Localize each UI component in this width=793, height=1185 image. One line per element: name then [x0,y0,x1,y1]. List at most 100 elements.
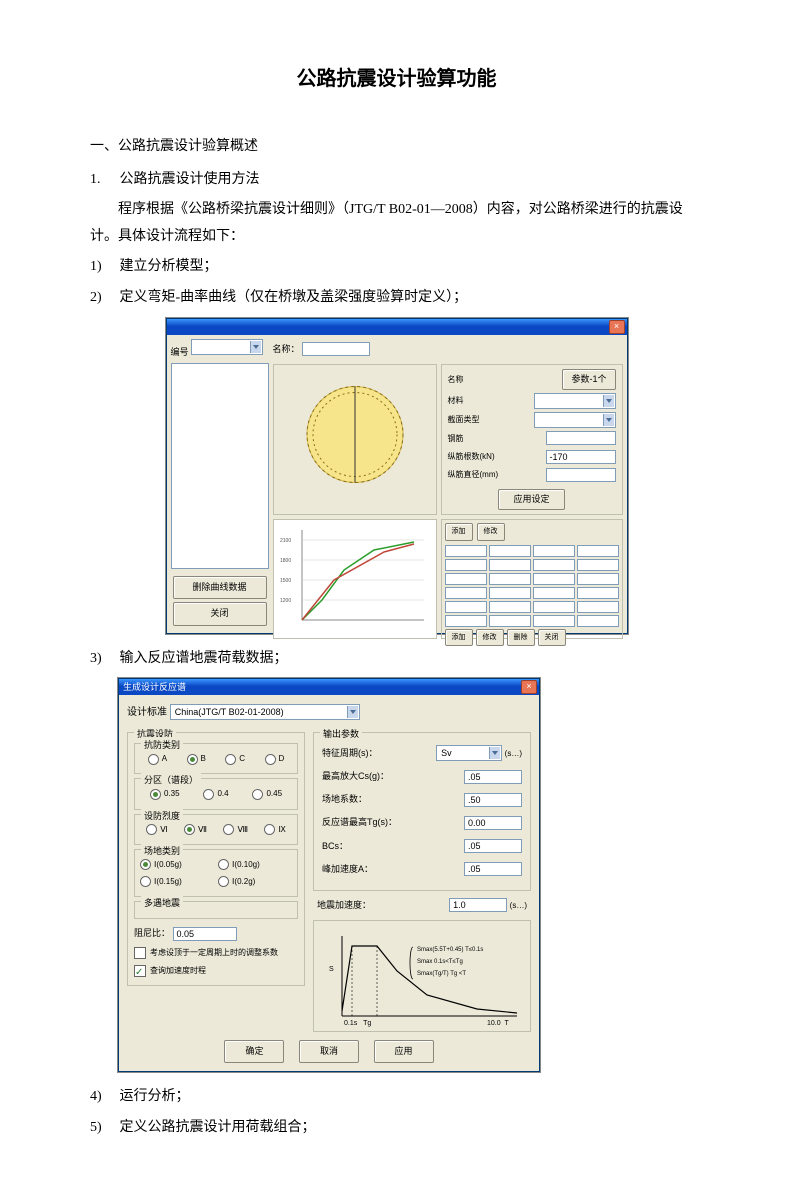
table-row [445,573,619,585]
param-input[interactable]: .50 [464,793,522,807]
param-input[interactable]: 0.00 [464,816,522,830]
svg-text:Smax(5.5T+0.45) T≤0.1s: Smax(5.5T+0.45) T≤0.1s [417,947,483,953]
radio-option[interactable]: 0.45 [252,786,282,801]
list-item: 4) 运行分析； [90,1084,703,1111]
dialog-titlebar: × [167,319,627,335]
paragraph: 程序根据《公路桥梁抗震设计细则》（JTG/T B02-01—2008）内容，对公… [90,197,703,250]
ok-button[interactable]: 确定 [224,1040,284,1063]
spec-dropdown[interactable]: China(JTG/T B02-01-2008) [170,704,360,720]
footer-button[interactable]: 删除 [507,629,535,646]
intensity-group: 设防烈度 Ⅵ Ⅶ Ⅷ Ⅸ [134,814,298,845]
list-item: 2) 定义弯矩-曲率曲线（仅在桥墩及盖梁强度验算时定义）； [90,285,703,312]
item-number: 1. [90,167,116,194]
page-title: 公路抗震设计验算功能 [90,60,703,98]
param-input[interactable]: .05 [464,862,522,876]
radio-option[interactable]: Ⅷ [223,822,248,837]
axial-input[interactable]: -170 [546,450,616,464]
list-item: 3) 输入反应谱地震荷载数据； [90,646,703,673]
material-dropdown[interactable] [534,393,616,409]
chart-icon: 21001800 15001200 [274,520,436,640]
item-text: 建立分析模型； [120,259,218,274]
table-row [445,559,619,571]
dialog-moment-curvature: × 编号 删除曲线数据 关闭 名称： [166,318,628,634]
apply-button[interactable]: 应用设定 [498,489,564,510]
dialog-titlebar: 生成设计反应谱 × [119,679,539,695]
cancel-button[interactable]: 取消 [299,1040,359,1063]
rebar-input[interactable] [546,431,616,445]
table-row [445,601,619,613]
region-group: 分区（谱段） 0.35 0.4 0.45 [134,778,298,809]
dialog-response-spectrum: 生成设计反应谱 × 设计标准 China(JTG/T B02-01-2008) … [118,678,540,1072]
checkbox-label: 查询加速度时程 [150,966,206,975]
param-input[interactable]: 1.0 [449,898,507,912]
param-button[interactable]: 参数-1个 [562,369,615,390]
section-type-dropdown[interactable] [534,412,616,428]
damping-label: 阻尼比： [134,928,170,938]
group-legend: 输出参数 [320,726,362,743]
section-heading: 一、公路抗震设计验算概述 [90,134,703,161]
list-item: 1. 公路抗震设计使用方法 [90,167,703,194]
footer-button[interactable]: 关闭 [538,629,566,646]
radio-option[interactable]: C [225,751,245,766]
id-dropdown[interactable] [191,339,263,355]
spec-label: 设计标准 [127,707,167,718]
radio-option[interactable]: Ⅰ(0.10g) [218,857,292,872]
param-dropdown[interactable]: Sv [436,745,502,761]
item-number: 5) [90,1115,116,1142]
adjust-checkbox[interactable] [134,947,146,959]
item-text: 公路抗震设计使用方法 [120,172,260,187]
section-preview [273,364,437,516]
category-group: 抗防类别 A B C D [134,743,298,774]
svg-text:1200: 1200 [280,598,291,604]
radio-option[interactable]: Ⅸ [264,822,285,837]
label: 编号 [171,339,269,361]
name-input[interactable] [302,342,370,356]
svg-text:Smax 0.1s<T≤Tg: Smax 0.1s<T≤Tg [417,959,463,965]
radio-option[interactable]: Ⅶ [184,822,207,837]
apply-button[interactable]: 应用 [374,1040,434,1063]
radio-option[interactable]: B [187,751,206,766]
embedded-screenshot-1: × 编号 删除曲线数据 关闭 名称： [90,318,703,634]
query-checkbox[interactable] [134,965,146,977]
radio-option[interactable]: Ⅰ(0.15g) [140,874,214,889]
close-button[interactable]: 关闭 [173,602,267,625]
circle-section-icon [300,379,410,489]
svg-text:1800: 1800 [280,558,291,564]
radio-option[interactable]: D [265,751,285,766]
site-group: 场地类别 Ⅰ(0.05g) Ⅰ(0.10g) Ⅰ(0.15g) Ⅰ(0.2g) [134,849,298,897]
add-button[interactable]: 添加 [445,523,473,540]
axis-label: 10.0 T [487,1020,510,1027]
radio-option[interactable]: 0.4 [203,786,228,801]
spectrum-curve-icon: 0.1s Tg 10.0 T S Smax(5.5T+0.45) T≤0.1s … [314,921,530,1031]
dia-input[interactable] [546,468,616,482]
param-input[interactable]: .05 [464,839,522,853]
item-number: 1) [90,254,116,281]
close-icon[interactable]: × [521,680,537,694]
item-number: 3) [90,646,116,673]
item-number: 4) [90,1084,116,1111]
prop-name-label: 名称 [448,372,464,387]
svg-text:S: S [329,966,334,973]
table-row [445,615,619,627]
item-text: 运行分析； [120,1089,190,1104]
axis-label: 0.1s Tg [344,1020,371,1027]
footer-button[interactable]: 修改 [476,629,504,646]
curve-list[interactable] [171,363,269,570]
close-icon[interactable]: × [609,320,625,334]
damping-input[interactable]: 0.05 [173,927,237,941]
list-item: 1) 建立分析模型； [90,254,703,281]
table-row [445,545,619,557]
checkbox-label: 考虑设顶于一定周期上时的调整系数 [150,948,278,957]
modify-button[interactable]: 修改 [477,523,505,540]
earthquake-group: 多遇地震 [134,901,298,919]
moment-curvature-chart: 21001800 15001200 [273,519,437,639]
list-item: 5) 定义公路抗震设计用荷载组合； [90,1115,703,1142]
section-properties: 名称参数-1个 材料 截面类型 钢筋 纵筋根数(kN)-170 纵筋直径(mm)… [441,364,623,516]
radio-option[interactable]: Ⅰ(0.2g) [218,874,292,889]
dialog-title: 生成设计反应谱 [123,682,186,692]
footer-button[interactable]: 添加 [445,629,473,646]
param-input[interactable]: .05 [464,770,522,784]
delete-curve-button[interactable]: 删除曲线数据 [173,576,267,599]
results-table: 添加 修改 添加 修改 删除 关闭 [441,519,623,639]
spectrum-plot: 0.1s Tg 10.0 T S Smax(5.5T+0.45) T≤0.1s … [313,920,531,1032]
